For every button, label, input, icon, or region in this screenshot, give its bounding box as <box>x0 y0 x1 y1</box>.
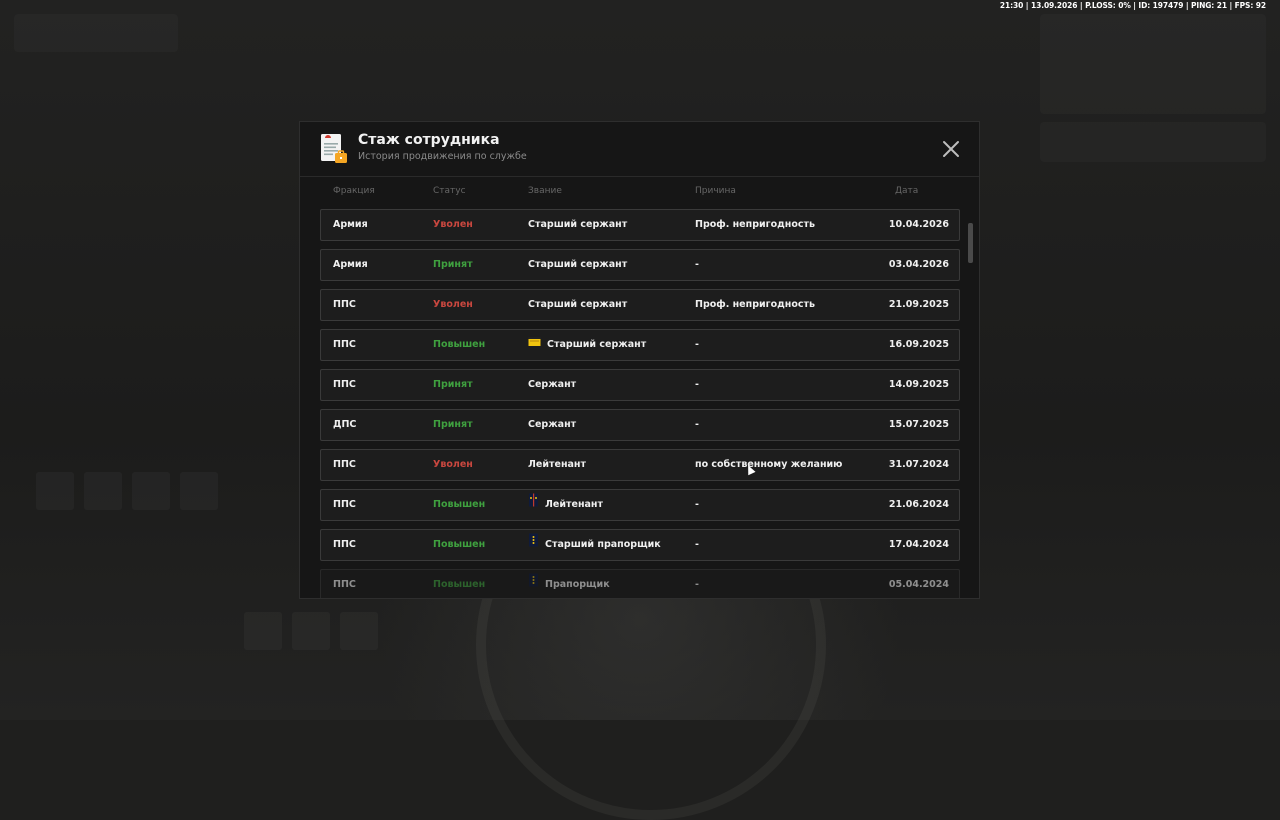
row-faction: ППС <box>333 499 356 510</box>
table-row[interactable]: ППС Повышен Прапорщик - 05.04.2024 <box>320 569 960 598</box>
table-row[interactable]: ППС Повышен Старший сержант - 16.09.2025 <box>320 329 960 361</box>
table-row[interactable]: ДПС Принят Сержант - 15.07.2025 <box>320 409 960 441</box>
row-faction: ППС <box>333 579 356 590</box>
row-rank: Сержант <box>528 410 576 440</box>
document-briefcase-icon <box>321 134 347 163</box>
table-row[interactable]: ППС Уволен Лейтенант по собственному желани… <box>320 449 960 481</box>
row-reason: - <box>695 499 699 510</box>
row-reason: - <box>695 379 699 390</box>
row-rank-label: Старший сержант <box>528 259 628 270</box>
row-faction: ППС <box>333 299 356 310</box>
row-rank-label: Сержант <box>528 419 577 430</box>
lieutenant-badge-icon <box>528 490 539 520</box>
row-status: Принят <box>433 419 473 430</box>
row-rank-label: Старший сержант <box>528 299 628 310</box>
row-rank: Лейтенант <box>528 450 586 480</box>
row-date: 17.04.2024 <box>888 539 949 550</box>
row-rank-label: Прапорщик <box>545 579 610 590</box>
row-rank-label: Сержант <box>528 379 577 390</box>
row-rank: Старший прапорщик <box>528 530 661 560</box>
column-faction: Фракция <box>333 186 375 196</box>
row-rank: Старший сержант <box>528 330 646 360</box>
background-inventory-tile <box>180 472 218 510</box>
background-logo-panel <box>14 14 178 52</box>
row-status: Принят <box>433 259 473 270</box>
row-status: Уволен <box>433 299 473 310</box>
row-status: Принят <box>433 379 473 390</box>
table-row[interactable]: ППС Повышен Лейтенант - 21.06.2024 <box>320 489 960 521</box>
row-rank: Прапорщик <box>528 570 610 598</box>
dialog-subtitle: История продвижения по службе <box>358 151 527 162</box>
row-faction: ППС <box>333 459 356 470</box>
row-status: Повышен <box>433 499 486 510</box>
background-inventory-tile <box>132 472 170 510</box>
row-date: 03.04.2026 <box>888 259 949 270</box>
column-date: Дата <box>895 186 919 196</box>
background-slot-tile <box>244 612 282 650</box>
column-rank: Звание <box>528 186 562 196</box>
row-rank: Сержант <box>528 370 576 400</box>
row-date: 16.09.2025 <box>888 339 949 350</box>
row-reason: по собственному желанию <box>695 459 843 470</box>
background-stats-panel <box>1040 14 1266 114</box>
row-reason: - <box>695 579 699 590</box>
table-row[interactable]: ППС Повышен Старший прапорщик - 17.04.2024 <box>320 529 960 561</box>
row-rank-label: Старший прапорщик <box>545 539 661 550</box>
row-faction: ППС <box>333 339 356 350</box>
row-date: 14.09.2025 <box>888 379 949 390</box>
row-reason: - <box>695 419 699 430</box>
row-rank-label: Лейтенант <box>528 459 586 470</box>
hud-status-line: 21:30 | 13.09.2026 | P.LOSS: 0% | ID: 19… <box>999 1 1266 10</box>
background-slot-tile <box>340 612 378 650</box>
table-row[interactable]: Армия Уволен Старший сержант Проф. непригод… <box>320 209 960 241</box>
background-inventory-tile <box>84 472 122 510</box>
row-rank: Старший сержант <box>528 290 627 320</box>
dialog-title: Стаж сотрудника <box>358 132 500 148</box>
warrant-officer-badge-icon <box>528 570 539 598</box>
row-date: 15.07.2025 <box>888 419 949 430</box>
row-faction: ДПС <box>333 419 357 430</box>
row-rank: Старший сержант <box>528 210 627 240</box>
row-status: Уволен <box>433 459 473 470</box>
row-reason: Проф. непригодность <box>695 299 816 310</box>
row-date: 10.04.2026 <box>888 219 949 230</box>
warrant-officer-badge-icon <box>528 530 539 560</box>
row-faction: Армия <box>333 219 368 230</box>
row-status: Повышен <box>433 539 486 550</box>
row-date: 31.07.2024 <box>888 459 949 470</box>
column-reason: Причина <box>695 186 736 196</box>
background-inventory-tile <box>36 472 74 510</box>
row-date: 05.04.2024 <box>888 579 949 590</box>
column-status: Статус <box>433 186 466 196</box>
row-date: 21.09.2025 <box>888 299 949 310</box>
scrollbar-thumb[interactable] <box>968 223 973 263</box>
table-row[interactable]: ППС Принят Сержант - 14.09.2025 <box>320 369 960 401</box>
employee-service-dialog: Стаж сотрудника История продвижения по с… <box>299 121 980 599</box>
row-reason: Проф. непригодность <box>695 219 816 230</box>
background-slot-tile <box>292 612 330 650</box>
row-rank-label: Лейтенант <box>545 499 603 510</box>
row-reason: - <box>695 339 699 350</box>
row-rank-label: Старший сержант <box>547 339 647 350</box>
row-faction: ППС <box>333 379 356 390</box>
row-faction: Армия <box>333 259 368 270</box>
row-date: 21.06.2024 <box>888 499 949 510</box>
table-header: Фракция Статус Звание Причина Дата <box>333 186 979 200</box>
table-row[interactable]: ППС Уволен Старший сержант Проф. непригодно… <box>320 289 960 321</box>
close-icon[interactable] <box>941 139 961 159</box>
background-phone-panel <box>1040 122 1266 162</box>
row-reason: - <box>695 539 699 550</box>
row-reason: - <box>695 259 699 270</box>
dialog-header: Стаж сотрудника История продвижения по с… <box>300 122 979 177</box>
sergeant-badge-icon <box>528 330 541 360</box>
row-rank-label: Старший сержант <box>528 219 628 230</box>
row-faction: ППС <box>333 539 356 550</box>
row-rank: Лейтенант <box>528 490 603 520</box>
row-rank: Старший сержант <box>528 250 627 280</box>
table-row[interactable]: Армия Принят Старший сержант - 03.04.2026 <box>320 249 960 281</box>
row-status: Повышен <box>433 339 486 350</box>
row-status: Уволен <box>433 219 473 230</box>
row-status: Повышен <box>433 579 486 590</box>
